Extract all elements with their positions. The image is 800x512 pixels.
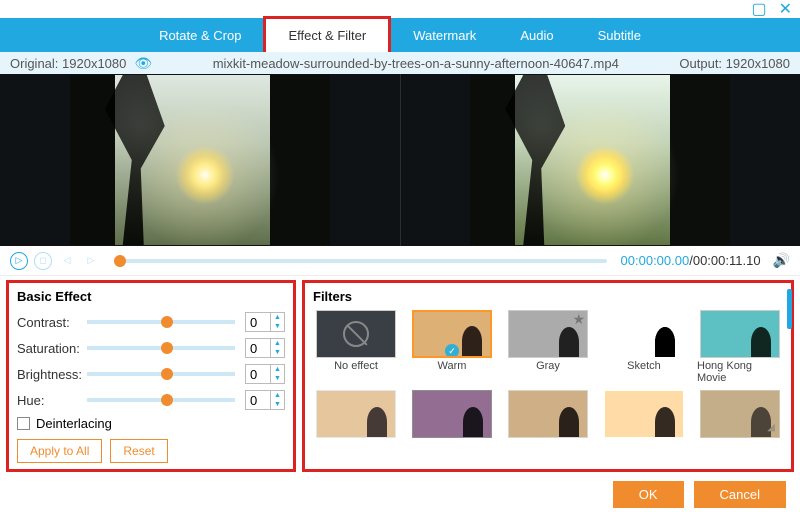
stop-button[interactable]: ◻ (34, 252, 52, 270)
minimize-button[interactable]: ▢ (751, 0, 766, 19)
output-resolution: Output: 1920x1080 (679, 56, 790, 71)
star-icon: ★ (572, 311, 585, 328)
filter-item[interactable] (505, 390, 591, 440)
filter-gray[interactable]: ★Gray (505, 310, 591, 384)
volume-icon[interactable]: 🔊 (773, 252, 790, 269)
preview-output (400, 74, 800, 246)
saturation-input[interactable]: 0▲▼ (245, 338, 285, 358)
titlebar: ▢ ✕ (0, 0, 800, 18)
preview-area (0, 74, 800, 246)
contrast-input[interactable]: 0▲▼ (245, 312, 285, 332)
filter-item[interactable] (409, 390, 495, 440)
chevron-up-icon[interactable]: ▲ (271, 313, 284, 322)
contrast-slider[interactable] (87, 320, 235, 324)
basic-effect-title: Basic Effect (17, 289, 285, 304)
filter-item[interactable] (313, 390, 399, 440)
info-bar: Original: 1920x1080 👁 mixkit-meadow-surr… (0, 52, 800, 74)
progress-slider[interactable] (114, 259, 607, 263)
tab-effect-filter[interactable]: Effect & Filter (263, 16, 391, 52)
filters-scrollbar[interactable] (787, 289, 792, 329)
brightness-label: Brightness: (17, 367, 87, 382)
filters-title: Filters (313, 289, 783, 304)
saturation-slider[interactable] (87, 346, 235, 350)
filter-item[interactable] (601, 390, 687, 440)
tab-watermark[interactable]: Watermark (391, 18, 498, 52)
filter-no-effect[interactable]: No effect (313, 310, 399, 384)
prev-frame-button[interactable]: ◁ (58, 252, 76, 270)
playback-controls: ▷ ◻ ◁ ▷ 00:00:00.00/00:00:11.10 🔊 (0, 246, 800, 276)
apply-to-all-button[interactable]: Apply to All (17, 439, 102, 463)
reset-button[interactable]: Reset (110, 439, 167, 463)
filename-label: mixkit-meadow-surrounded-by-trees-on-a-s… (152, 56, 679, 71)
brightness-input[interactable]: 0▲▼ (245, 364, 285, 384)
brightness-slider[interactable] (87, 372, 235, 376)
filter-warm[interactable]: ✓Warm (409, 310, 495, 384)
hue-label: Hue: (17, 393, 87, 408)
filter-sketch[interactable]: Sketch (601, 310, 687, 384)
hue-slider[interactable] (87, 398, 235, 402)
tab-subtitle[interactable]: Subtitle (576, 18, 663, 52)
play-button[interactable]: ▷ (10, 252, 28, 270)
ok-button[interactable]: OK (613, 481, 684, 508)
hue-input[interactable]: 0▲▼ (245, 390, 285, 410)
tab-rotate-crop[interactable]: Rotate & Crop (137, 18, 263, 52)
filters-panel: Filters No effect ✓Warm ★Gray Sketch Hon… (302, 280, 794, 472)
preview-eye-icon[interactable]: 👁 (134, 55, 152, 72)
chevron-down-icon[interactable]: ▼ (271, 322, 284, 331)
preview-original (0, 74, 400, 246)
original-resolution: Original: 1920x1080 (10, 56, 126, 71)
next-frame-button[interactable]: ▷ (82, 252, 100, 270)
expand-icon: ◢ (767, 422, 775, 433)
time-display: 00:00:00.00/00:00:11.10 (621, 253, 761, 268)
cancel-button[interactable]: Cancel (694, 481, 786, 508)
tab-audio[interactable]: Audio (498, 18, 575, 52)
footer: OK Cancel (0, 476, 800, 512)
basic-effect-panel: Basic Effect Contrast: 0▲▼ Saturation: 0▲▼… (6, 280, 296, 472)
filter-hongkong[interactable]: Hong Kong Movie (697, 310, 783, 384)
contrast-label: Contrast: (17, 315, 87, 330)
tab-bar: Rotate & Crop Effect & Filter Watermark … (0, 18, 800, 52)
check-icon: ✓ (445, 344, 459, 358)
close-button[interactable]: ✕ (779, 0, 792, 19)
saturation-label: Saturation: (17, 341, 87, 356)
filter-item[interactable]: ◢ (697, 390, 783, 440)
deinterlacing-checkbox[interactable]: Deinterlacing (17, 416, 285, 431)
